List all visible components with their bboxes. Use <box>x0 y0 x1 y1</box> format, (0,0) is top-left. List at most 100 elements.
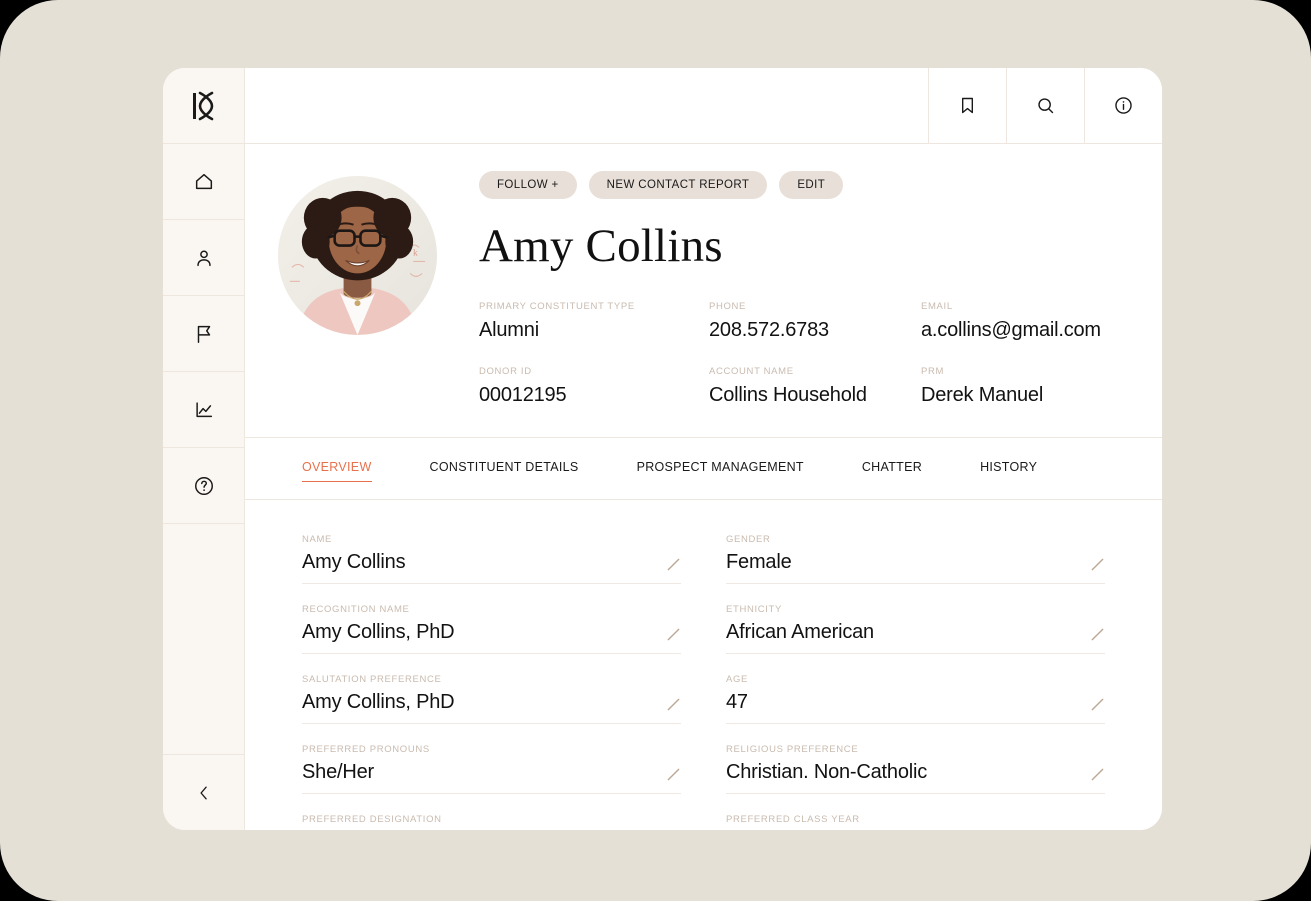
profile-info: FOLLOW + NEW CONTACT REPORT EDIT Amy Col… <box>437 168 1162 407</box>
info-circle-icon <box>1115 97 1132 114</box>
field-value: Female <box>726 550 792 573</box>
page-title: Amy Collins <box>479 220 723 272</box>
sidebar-item-help[interactable] <box>163 448 244 524</box>
follow-button[interactable]: FOLLOW + <box>479 171 577 199</box>
field-religious-preference: RELIGIOUS PREFERENCE Christian. Non-Cath… <box>726 744 1105 794</box>
bookmark-icon <box>961 97 974 114</box>
meta-value: 208.572.6783 <box>709 318 829 341</box>
help-circle-icon <box>194 476 213 495</box>
sidebar-item-reports[interactable] <box>163 372 244 448</box>
collapse-sidebar-button[interactable] <box>163 754 244 830</box>
search-icon <box>1038 98 1054 114</box>
meta-label: EMAIL <box>921 300 953 312</box>
field-recognition-name: RECOGNITION NAME Amy Collins, PhD <box>302 604 681 654</box>
avatar-photo: k <box>278 176 437 335</box>
sidebar-item-home[interactable] <box>163 144 244 220</box>
edit-pencil-icon[interactable] <box>666 697 681 712</box>
field-value: 47 <box>726 690 748 713</box>
field-preferred-designation: PREFERRED DESIGNATION PhD <box>302 814 681 830</box>
tab-overview[interactable]: OVERVIEW <box>302 454 372 483</box>
overview-field-panel: NAME Amy Collins GENDER Female RECOGNITI <box>245 499 1162 830</box>
field-label: RELIGIOUS PREFERENCE <box>726 743 859 755</box>
svg-text:k: k <box>413 248 418 258</box>
field-preferred-class-year: PREFERRED CLASS YEAR 1998 <box>726 814 1105 830</box>
meta-donor-id: DONOR ID 00012195 <box>479 366 709 407</box>
meta-account-name: ACCOUNT NAME Collins Household <box>709 366 921 407</box>
field-age: AGE 47 <box>726 674 1105 724</box>
edit-pencil-icon[interactable] <box>1090 557 1105 572</box>
bookmark-button[interactable] <box>928 68 1006 143</box>
profile-meta-grid: PRIMARY CONSTITUENT TYPE Alumni PHONE 20… <box>479 301 1132 407</box>
app-logo[interactable] <box>163 68 244 144</box>
field-salutation-preference: SALUTATION PREFERENCE Amy Collins, PhD <box>302 674 681 724</box>
field-value: African American <box>726 620 874 643</box>
field-label: PREFERRED DESIGNATION <box>302 813 442 825</box>
tab-chatter[interactable]: CHATTER <box>862 454 922 482</box>
field-label: AGE <box>726 673 749 685</box>
meta-value: Collins Household <box>709 383 867 406</box>
meta-value: Alumni <box>479 318 539 341</box>
meta-value: 00012195 <box>479 383 567 406</box>
device-frame: k FOLLOW + NEW CONTACT REPORT EDIT Amy C… <box>0 0 1311 901</box>
edit-pencil-icon[interactable] <box>1090 697 1105 712</box>
chart-line-icon <box>195 401 212 417</box>
tab-history[interactable]: HISTORY <box>980 454 1037 482</box>
meta-label: PRM <box>921 365 945 377</box>
field-value: Christian. Non-Catholic <box>726 760 928 783</box>
field-label: RECOGNITION NAME <box>302 603 410 615</box>
field-ethnicity: ETHNICITY African American <box>726 604 1105 654</box>
avatar-wrapper: k <box>245 168 437 407</box>
field-value: Amy Collins, PhD <box>302 620 455 643</box>
topbar <box>245 68 1162 144</box>
field-label: NAME <box>302 533 333 545</box>
sidebar <box>163 68 245 830</box>
profile-header: k FOLLOW + NEW CONTACT REPORT EDIT Amy C… <box>245 144 1162 438</box>
kindsight-logo-icon <box>192 91 213 120</box>
tab-bar: OVERVIEW CONSTITUENT DETAILS PROSPECT MA… <box>245 437 1162 500</box>
flag-icon <box>197 325 210 343</box>
meta-value: a.collins@gmail.com <box>921 318 1101 341</box>
person-icon <box>196 249 211 266</box>
field-label: GENDER <box>726 533 771 545</box>
edit-pencil-icon[interactable] <box>666 767 681 782</box>
edit-pencil-icon[interactable] <box>666 557 681 572</box>
field-label: PREFERRED PRONOUNS <box>302 743 430 755</box>
avatar: k <box>278 176 437 335</box>
meta-label: PHONE <box>709 300 747 312</box>
sidebar-item-constituents[interactable] <box>163 220 244 296</box>
field-value: She/Her <box>302 760 374 783</box>
edit-pencil-icon[interactable] <box>1090 627 1105 642</box>
meta-value: Derek Manuel <box>921 383 1044 406</box>
profile-action-row: FOLLOW + NEW CONTACT REPORT EDIT <box>479 171 1132 199</box>
tab-prospect-management[interactable]: PROSPECT MANAGEMENT <box>637 454 804 482</box>
meta-label: ACCOUNT NAME <box>709 365 794 377</box>
home-icon <box>195 173 212 189</box>
app-card: k FOLLOW + NEW CONTACT REPORT EDIT Amy C… <box>163 68 1162 830</box>
field-gender: GENDER Female <box>726 534 1105 584</box>
meta-email: EMAIL a.collins@gmail.com <box>921 301 1132 342</box>
main-column: k FOLLOW + NEW CONTACT REPORT EDIT Amy C… <box>245 68 1162 830</box>
field-preferred-pronouns: PREFERRED PRONOUNS She/Her <box>302 744 681 794</box>
new-contact-report-button[interactable]: NEW CONTACT REPORT <box>588 171 768 199</box>
edit-pencil-icon[interactable] <box>1090 767 1105 782</box>
sidebar-item-campaigns[interactable] <box>163 296 244 372</box>
meta-label: DONOR ID <box>479 365 532 377</box>
field-label: PREFERRED CLASS YEAR <box>726 813 860 825</box>
tab-constituent-details[interactable]: CONSTITUENT DETAILS <box>430 454 579 482</box>
field-value: Amy Collins <box>302 550 406 573</box>
meta-prm: PRM Derek Manuel <box>921 366 1132 407</box>
meta-phone: PHONE 208.572.6783 <box>709 301 921 342</box>
chevron-left-icon <box>199 786 207 799</box>
search-button[interactable] <box>1006 68 1084 143</box>
field-label: SALUTATION PREFERENCE <box>302 673 442 685</box>
field-value: Amy Collins, PhD <box>302 690 455 713</box>
field-name: NAME Amy Collins <box>302 534 681 584</box>
meta-label: PRIMARY CONSTITUENT TYPE <box>479 300 635 312</box>
info-button[interactable] <box>1084 68 1162 143</box>
edit-pencil-icon[interactable] <box>666 627 681 642</box>
field-label: ETHNICITY <box>726 603 782 615</box>
edit-button[interactable]: EDIT <box>779 171 844 199</box>
meta-primary-constituent-type: PRIMARY CONSTITUENT TYPE Alumni <box>479 301 709 342</box>
